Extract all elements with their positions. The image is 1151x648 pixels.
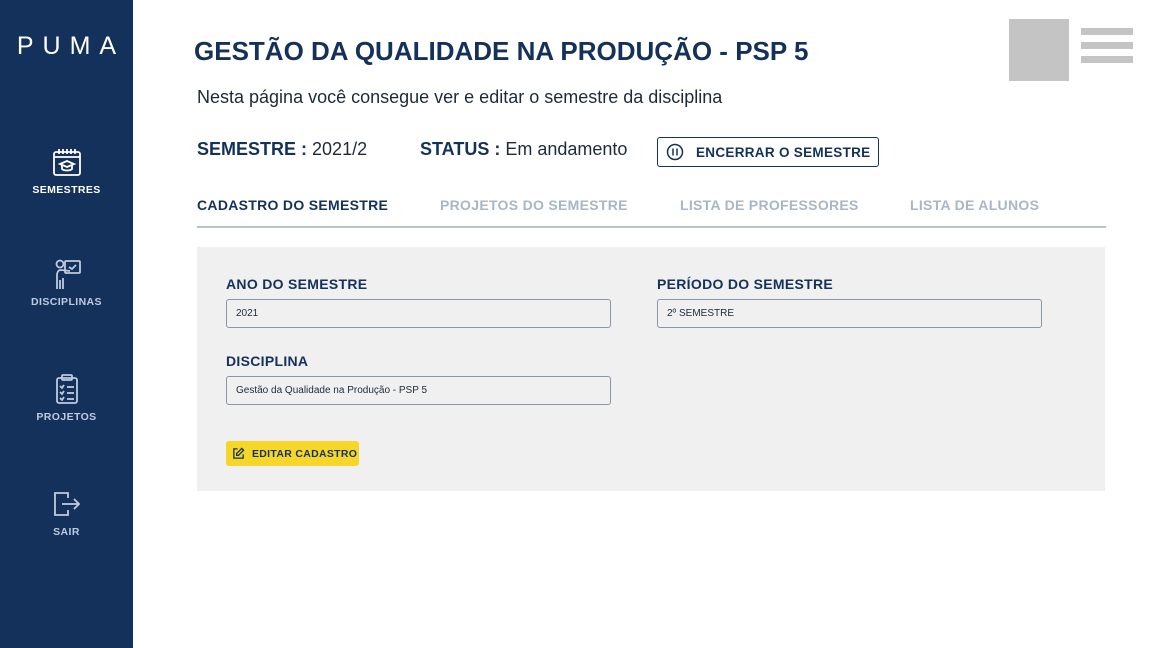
sidebar-item-label: DISCIPLINAS [31, 296, 102, 308]
period-field[interactable]: 2º SEMESTRE [657, 299, 1042, 328]
page-subtitle: Nesta página você consegue ver e editar … [197, 87, 723, 107]
teacher-board-icon [55, 259, 81, 289]
sidebar-item-disciplinas[interactable]: DISCIPLINAS [0, 258, 133, 308]
tab-projetos-semestre[interactable]: PROJETOS DO SEMESTRE [440, 197, 628, 213]
sidebar-item-projetos[interactable]: PROJETOS [0, 373, 133, 423]
edit-icon [233, 447, 245, 459]
semester-label: SEMESTRE : [197, 139, 308, 159]
tab-lista-alunos[interactable]: LISTA DE ALUNOS [910, 197, 1039, 213]
end-semester-label: ENCERRAR O SEMESTRE [696, 144, 871, 160]
period-field-label: PERÍODO DO SEMESTRE [657, 276, 834, 292]
pause-circle-icon [666, 143, 684, 161]
semester-form-card: ANO DO SEMESTRE 2021 PERÍODO DO SEMESTRE… [197, 247, 1105, 491]
page-title: GESTÃO DA QUALIDADE NA PRODUÇÃO - PSP 5 [194, 36, 809, 66]
clipboard-checklist-icon [55, 374, 78, 404]
edit-registration-button[interactable]: EDITAR CADASTRO [226, 441, 359, 466]
sidebar-item-label: SAIR [53, 526, 80, 538]
discipline-field-label: DISCIPLINA [226, 353, 309, 369]
calendar-graduation-icon [52, 149, 81, 176]
sidebar-item-label: SEMESTRES [32, 184, 101, 196]
hamburger-menu-icon[interactable] [1081, 28, 1133, 63]
end-semester-button[interactable]: ENCERRAR O SEMESTRE [657, 137, 879, 167]
edit-registration-label: EDITAR CADASTRO [252, 447, 358, 460]
sidebar-item-label: PROJETOS [36, 411, 97, 423]
status-value: Em andamento [505, 139, 628, 159]
logout-icon [53, 492, 80, 516]
tab-cadastro-semestre[interactable]: CADASTRO DO SEMESTRE [197, 197, 388, 213]
sidebar: PUMA SEMESTRES DISCIPLINAS PROJETOS SAIR [0, 0, 133, 648]
semester-value: 2021/2 [312, 139, 368, 159]
sidebar-item-sair[interactable]: SAIR [0, 488, 133, 538]
app-logo: PUMA [16, 32, 126, 60]
sidebar-item-semestres[interactable]: SEMESTRES [0, 146, 133, 196]
status-info: STATUS : Em andamento [420, 139, 627, 160]
discipline-field[interactable]: Gestão da Qualidade na Produção - PSP 5 [226, 376, 611, 405]
semester-info: SEMESTRE : 2021/2 [197, 139, 367, 160]
avatar[interactable] [1009, 19, 1069, 81]
tab-bar: CADASTRO DO SEMESTRE PROJETOS DO SEMESTR… [197, 196, 1106, 228]
year-field-label: ANO DO SEMESTRE [226, 276, 368, 292]
status-label: STATUS : [420, 139, 501, 159]
tab-lista-professores[interactable]: LISTA DE PROFESSORES [680, 197, 859, 213]
year-field[interactable]: 2021 [226, 299, 611, 328]
